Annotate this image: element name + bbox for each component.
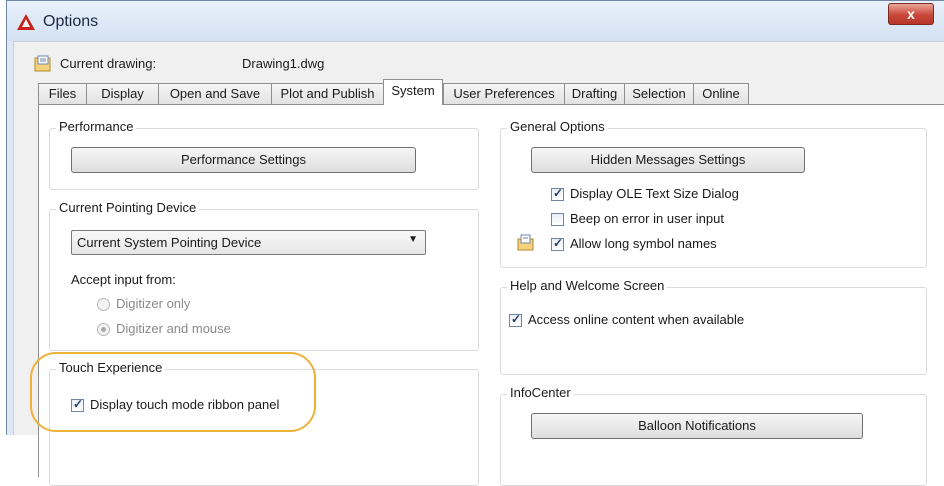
tab-user-preferences[interactable]: User Preferences [443,83,565,104]
title-bar[interactable]: Options x [7,1,944,41]
window-title: Options [43,13,99,30]
accept-input-label: Accept input from: [71,272,176,287]
tab-open-and-save[interactable]: Open and Save [158,83,272,104]
digitizer-only-radio[interactable] [97,298,110,311]
long-symbol-names-label: Allow long symbol names [570,236,717,251]
performance-title: Performance [56,119,137,134]
pointing-device-title: Current Pointing Device [56,200,200,215]
ole-text-size-checkbox[interactable]: ✓ [551,186,564,201]
tab-plot-and-publish[interactable]: Plot and Publish [271,83,384,104]
drawing-setting-icon [517,234,534,251]
chevron-down-icon: ▼ [408,234,418,245]
general-options-group: General Options Hidden Messages Settings… [500,119,927,268]
pointing-device-group: Current Pointing Device Current System P… [49,200,479,351]
general-options-title: General Options [507,119,608,134]
help-welcome-title: Help and Welcome Screen [507,278,668,293]
close-button[interactable]: x [888,3,934,25]
ole-text-size-label: Display OLE Text Size Dialog [570,186,739,201]
performance-settings-button[interactable]: Performance Settings [71,147,416,173]
long-symbol-names-checkbox[interactable]: ✓ [551,236,564,251]
beep-on-error-label: Beep on error in user input [570,211,724,226]
pointing-device-value: Current System Pointing Device [77,235,262,250]
tab-online[interactable]: Online [693,83,749,104]
hidden-messages-settings-button[interactable]: Hidden Messages Settings [531,147,805,173]
beep-on-error-checkbox[interactable] [551,213,564,226]
tab-files[interactable]: Files [38,83,87,104]
tab-display[interactable]: Display [86,83,159,104]
online-content-label: Access online content when available [528,312,745,327]
digitizer-and-mouse-label: Digitizer and mouse [116,321,231,336]
digitizer-and-mouse-radio[interactable] [97,323,110,336]
close-icon: x [907,6,915,22]
digitizer-only-label: Digitizer only [116,296,191,311]
current-drawing-label: Current drawing: [60,56,157,71]
online-content-checkbox[interactable]: ✓ [509,312,522,327]
touch-experience-highlight [30,352,316,432]
balloon-notifications-button[interactable]: Balloon Notifications [531,413,863,439]
tab-system[interactable]: System [383,79,443,105]
autocad-logo-icon [17,14,35,30]
current-drawing-value: Drawing1.dwg [242,56,325,71]
tab-drafting[interactable]: Drafting [564,83,625,104]
infocenter-group: InfoCenter Balloon Notifications [500,385,927,486]
drawing-file-icon [34,55,51,72]
tab-selection[interactable]: Selection [624,83,694,104]
help-welcome-group: Help and Welcome Screen ✓ Access online … [500,278,927,375]
infocenter-title: InfoCenter [507,385,574,400]
pointing-device-select[interactable]: Current System Pointing Device ▼ [71,230,426,255]
performance-group: Performance Performance Settings [49,119,479,190]
